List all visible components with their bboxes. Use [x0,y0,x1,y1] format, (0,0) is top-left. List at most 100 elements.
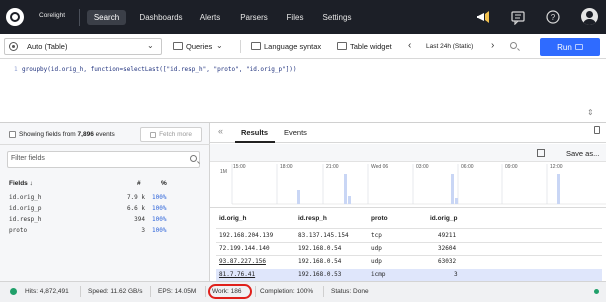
time-label: 12:00 [550,164,563,170]
column-header-proto[interactable]: proto [371,215,388,222]
resize-handle-icon[interactable]: ⇕ [587,108,594,117]
collapse-panel-icon[interactable]: « [218,126,223,136]
time-range-label[interactable]: Last 24h (Static) [426,43,473,50]
status-divider [205,286,206,297]
histogram-time-axis: 15:00 18:00 21:00 Wed 06 03:00 06:00 09:… [233,164,563,170]
tab-settings[interactable]: Settings [320,10,354,25]
field-row[interactable]: id.resp_h 394 100% [0,216,210,226]
table-cell[interactable]: icmp [371,271,385,278]
nav-divider [79,9,80,26]
run-button[interactable]: Run [540,38,600,56]
column-header-resp-h[interactable]: id.resp_h [298,215,327,222]
tab-search[interactable]: Search [87,10,126,25]
table-cell[interactable]: 49211 [438,232,456,239]
table-cell[interactable]: 63032 [438,258,456,265]
tab-parsers[interactable]: Parsers [237,10,271,25]
tab-dashboards[interactable]: Dashboards [135,10,187,25]
time-label: 18:00 [280,164,293,170]
widget-settings-icon[interactable] [537,149,545,157]
table-row-highlighted[interactable] [216,269,602,281]
column-header-orig-p[interactable]: id.orig_p [430,215,457,222]
queries-icon [173,42,183,50]
queries-button[interactable]: Queries [186,42,212,51]
table-cell[interactable]: 72.199.144.140 [219,245,270,252]
table-widget-button[interactable]: Table widget [350,42,392,51]
percent-column-header[interactable]: % [161,180,167,187]
status-divider [323,286,324,297]
table-cell[interactable]: 192.168.0.54 [298,258,341,265]
showing-fields-text: Showing fields from 7,896 events [19,131,115,138]
status-ok-icon [10,288,17,295]
keyboard-shortcut-icon [574,44,583,50]
histogram-gridlines [231,164,548,204]
histogram-bars [297,174,560,204]
histogram-bar [344,174,347,204]
chevron-down-icon: ⌄ [147,41,154,50]
table-cell[interactable]: udp [371,258,382,265]
fetch-icon [150,131,157,138]
corelight-logo[interactable] [6,8,24,26]
bookmark-icon[interactable] [594,126,600,134]
histogram-bar [455,198,458,204]
tab-files[interactable]: Files [284,10,306,25]
count-column-header[interactable]: # [137,180,141,187]
histogram-scale-label: 1M [220,169,227,175]
eps-value: EPS: 14.05M [158,288,197,295]
line-number: 1 [14,66,18,73]
tab-results[interactable]: Results [241,128,268,137]
tab-events[interactable]: Events [284,128,307,137]
chat-icon[interactable] [510,9,526,25]
time-forward-arrow-icon[interactable]: › [491,40,494,51]
field-row[interactable]: proto 3 100% [0,227,210,237]
queries-chevron-icon: ⌄ [216,41,223,50]
time-label: 03:00 [416,164,429,170]
fetch-more-button[interactable]: Fetch more [140,127,202,142]
time-label: 15:00 [233,164,246,170]
work-highlight-annotation [208,284,252,299]
table-cell[interactable]: udp [371,245,382,252]
row-divider [216,242,602,243]
column-header-orig-h[interactable]: id.orig_h [219,215,246,222]
status-text: Status: Done [331,288,369,295]
time-back-arrow-icon[interactable]: ‹ [408,40,411,51]
show-fields-checkbox[interactable] [9,131,16,138]
field-row[interactable]: id.orig_h 7.9 k 100% [0,194,210,204]
help-icon[interactable]: ? [545,9,561,25]
table-cell[interactable]: 192.168.204.139 [219,232,273,239]
active-tab-indicator [235,141,275,143]
user-avatar[interactable] [581,8,598,25]
save-as-button[interactable]: Save as... [566,149,599,158]
brand-name: Corelight [39,12,66,19]
table-cell[interactable]: 81.7.76.41 [219,271,255,278]
histogram-bar [297,190,300,204]
fields-column-header[interactable]: Fields ↓ [9,180,33,187]
language-syntax-button[interactable]: Language syntax [264,42,321,51]
histogram-svg: 1M 15:00 18:00 21:00 Wed 06 03:00 06:00 … [220,164,606,205]
filter-search-icon [190,155,197,162]
speed-value: Speed: 11.62 GB/s [88,288,143,295]
svg-text:?: ? [551,13,556,22]
table-cell[interactable]: 32604 [438,245,456,252]
histogram-bar [451,174,454,204]
table-cell[interactable]: 192.168.0.53 [298,271,341,278]
search-icon[interactable] [510,42,517,49]
event-histogram: 1M 15:00 18:00 21:00 Wed 06 03:00 06:00 … [210,162,606,208]
status-divider [150,286,151,297]
table-cell[interactable]: 83.137.145.154 [298,232,349,239]
status-divider [80,286,81,297]
row-divider [216,255,602,256]
table-cell[interactable]: 93.87.227.156 [219,258,266,265]
tab-alerts[interactable]: Alerts [196,10,224,25]
repository-label: Auto (Table) [27,42,68,51]
query-code[interactable]: groupby(id.orig_h, function=selectLast([… [22,66,297,73]
time-label: Wed 06 [371,164,388,170]
table-cell[interactable]: tcp [371,232,382,239]
hits-count: Hits: 4,872,491 [25,288,69,295]
completion-value: Completion: 100% [260,288,314,295]
table-cell[interactable]: 3 [454,271,458,278]
table-divider [216,228,602,229]
widget-toolbar [210,144,606,162]
megaphone-icon[interactable] [475,9,491,25]
field-row[interactable]: id.orig_p 6.6 k 100% [0,205,210,215]
table-cell[interactable]: 192.168.0.54 [298,245,341,252]
